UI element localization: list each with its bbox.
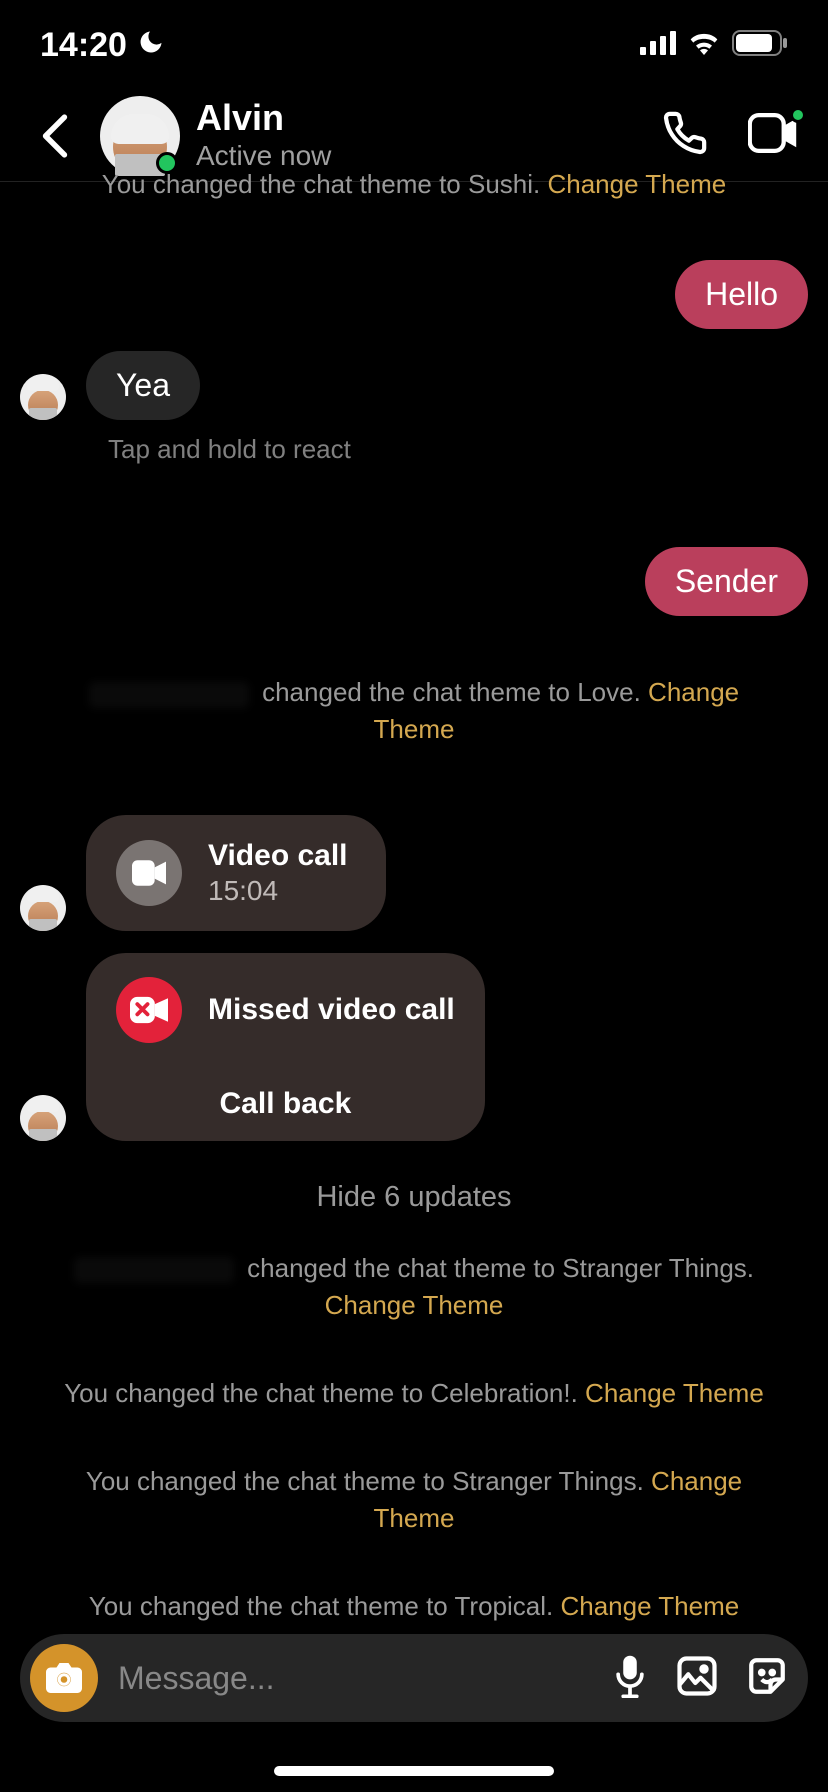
sender-avatar[interactable]: [20, 885, 66, 931]
video-icon: [116, 840, 182, 906]
home-indicator[interactable]: [274, 1766, 554, 1776]
sticker-button[interactable]: [746, 1655, 788, 1702]
change-theme-link[interactable]: Change Theme: [547, 170, 726, 199]
call-title: Video call: [208, 839, 348, 873]
redacted-name: [89, 682, 249, 708]
reaction-hint: Tap and hold to react: [108, 434, 808, 465]
missed-call-title: Missed video call: [208, 993, 455, 1027]
status-time: 14:20: [40, 26, 127, 65]
bubble-text: Sender: [645, 547, 808, 616]
header-title-area[interactable]: Alvin Active now: [196, 100, 662, 172]
system-theme-stranger-2: You changed the chat theme to Stranger T…: [20, 1457, 808, 1542]
message-list[interactable]: You changed the chat theme to Sushi. Cha…: [0, 170, 828, 1642]
gallery-button[interactable]: [676, 1655, 718, 1702]
message-out-sender[interactable]: Sender: [20, 547, 808, 616]
wifi-icon: [688, 31, 720, 60]
back-button[interactable]: [30, 111, 80, 161]
hide-updates-button[interactable]: Hide 6 updates: [20, 1181, 808, 1214]
message-composer: [20, 1634, 808, 1722]
change-theme-link[interactable]: Change Theme: [585, 1378, 764, 1408]
call-back-button[interactable]: Call back: [86, 1067, 485, 1141]
video-call-card-row: Video call 15:04: [20, 815, 808, 931]
status-bar: 14:20: [0, 0, 828, 90]
video-online-dot: [790, 107, 806, 123]
change-theme-link[interactable]: Change Theme: [325, 1290, 504, 1320]
missed-call-card[interactable]: Missed video call Call back: [86, 953, 485, 1141]
missed-video-icon: [116, 977, 182, 1043]
system-theme-celebration: You changed the chat theme to Celebratio…: [20, 1369, 808, 1417]
cellular-icon: [640, 31, 676, 60]
audio-call-button[interactable]: [662, 110, 708, 161]
message-out-hello[interactable]: Hello: [20, 260, 808, 329]
message-in-yea[interactable]: Yea: [20, 351, 808, 420]
moon-icon: [137, 26, 165, 65]
video-call-card[interactable]: Video call 15:04: [86, 815, 386, 931]
system-theme-sushi: You changed the chat theme to Sushi. Cha…: [20, 170, 808, 208]
camera-button[interactable]: [30, 1644, 98, 1712]
message-input[interactable]: [118, 1660, 592, 1697]
system-theme-tropical: You changed the chat theme to Tropical. …: [20, 1582, 808, 1630]
battery-icon: [732, 30, 788, 61]
status-left: 14:20: [40, 26, 165, 65]
redacted-name: [74, 1257, 234, 1283]
chat-header: Alvin Active now: [0, 90, 828, 182]
status-right: [640, 30, 788, 61]
bubble-text: Hello: [675, 260, 808, 329]
sender-avatar[interactable]: [20, 1095, 66, 1141]
contact-avatar[interactable]: [100, 96, 180, 176]
bubble-text: Yea: [86, 351, 200, 420]
microphone-button[interactable]: [612, 1654, 648, 1703]
missed-call-row: Missed video call Call back: [20, 953, 808, 1141]
contact-presence: Active now: [196, 140, 662, 172]
system-theme-stranger-1: changed the chat theme to Stranger Thing…: [20, 1244, 808, 1329]
call-duration: 15:04: [208, 875, 348, 907]
change-theme-link[interactable]: Change Theme: [560, 1591, 739, 1621]
system-theme-love: changed the chat theme to Love. Change T…: [20, 668, 808, 753]
contact-name: Alvin: [196, 100, 662, 136]
video-call-button[interactable]: [748, 113, 798, 158]
sender-avatar[interactable]: [20, 374, 66, 420]
